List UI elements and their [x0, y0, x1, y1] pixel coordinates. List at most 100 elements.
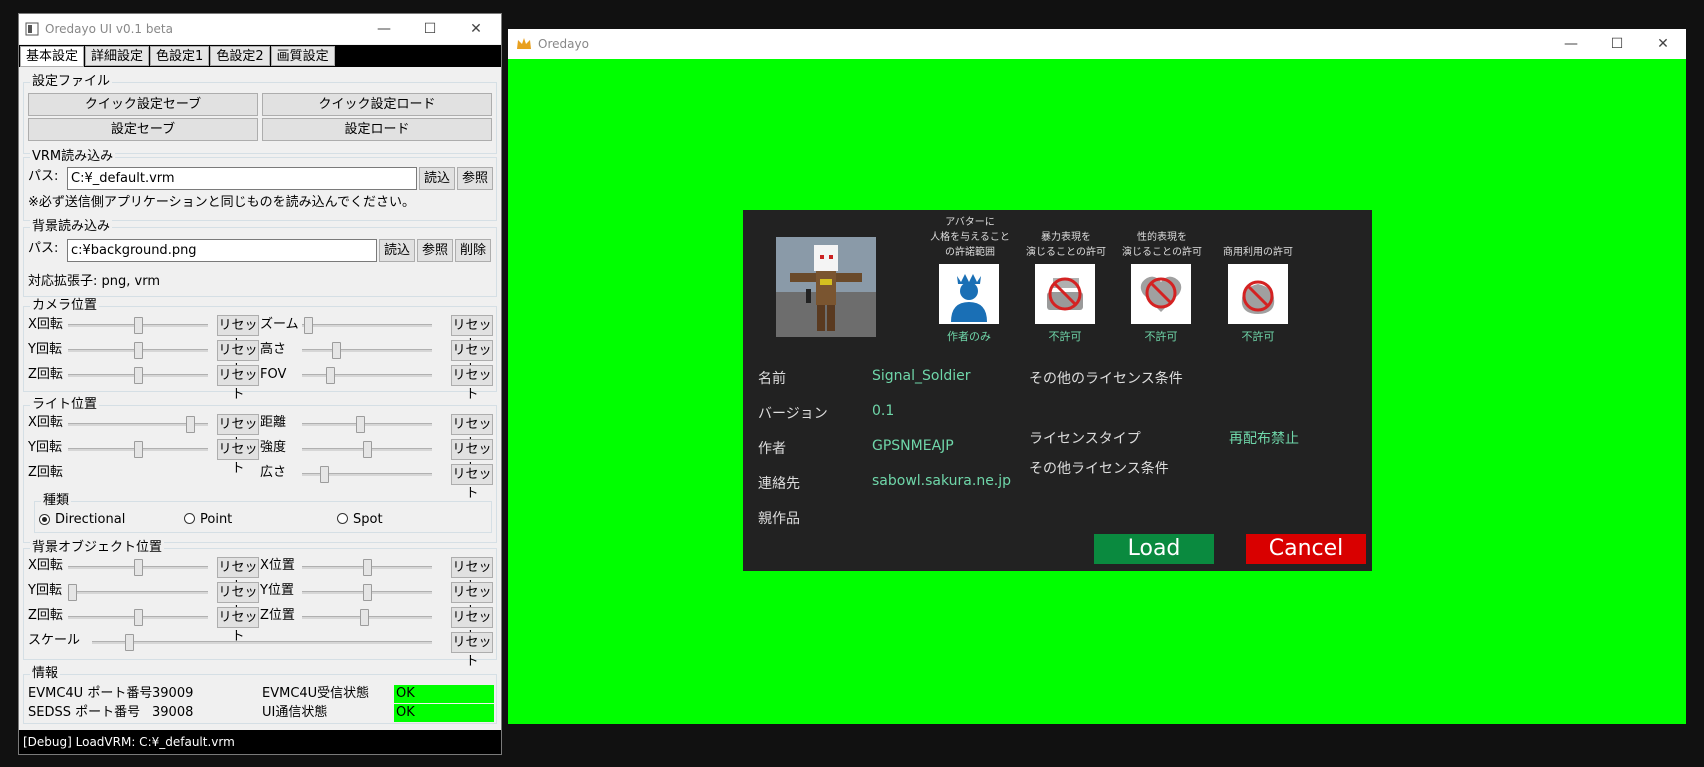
- close-icon[interactable]: ✕: [1640, 29, 1686, 59]
- bgobject-y-position-slider[interactable]: [302, 582, 432, 602]
- reset-button[interactable]: リセット: [451, 439, 493, 476]
- author-value: GPSNMEAJP: [872, 438, 954, 454]
- spot-radio[interactable]: [337, 513, 348, 524]
- reset-button[interactable]: リセット: [451, 414, 493, 451]
- tab-detail[interactable]: 詳細設定: [85, 46, 150, 66]
- vrm-browse-button[interactable]: 参照: [457, 167, 493, 190]
- other-license-label: その他ライセンス条件: [1029, 461, 1169, 477]
- reset-button[interactable]: リセット: [451, 315, 493, 352]
- camera-fov-slider[interactable]: [302, 365, 432, 385]
- load-button[interactable]: Load: [1094, 534, 1214, 564]
- x-position-label: X位置: [260, 558, 295, 573]
- reset-button[interactable]: リセット: [217, 365, 259, 402]
- window-title: Oredayo: [538, 37, 589, 51]
- camera-height-slider[interactable]: [302, 340, 432, 360]
- reset-button[interactable]: リセット: [451, 340, 493, 377]
- reset-button[interactable]: リセット: [217, 340, 259, 377]
- tab-color1[interactable]: 色設定1: [150, 46, 210, 66]
- reset-button[interactable]: リセット: [217, 557, 259, 594]
- reset-button[interactable]: リセット: [217, 315, 259, 352]
- camera-z-rotation-slider[interactable]: [68, 365, 208, 385]
- reset-button[interactable]: リセット: [217, 582, 259, 619]
- quick-save-button[interactable]: クイック設定セーブ: [28, 93, 258, 116]
- violence-prohibited-icon: [1035, 264, 1095, 324]
- sedss-port-value: 39008: [152, 705, 194, 720]
- perm-value-commercial: 不許可: [1241, 330, 1275, 343]
- bgobject-scale-slider[interactable]: [92, 632, 432, 652]
- group-label: カメラ位置: [30, 298, 100, 314]
- bgobject-y-rotation-slider[interactable]: [68, 582, 208, 602]
- perm-head-line: 暴力表現を: [1041, 232, 1091, 243]
- light-distance-slider[interactable]: [302, 414, 432, 434]
- tab-quality[interactable]: 画質設定: [270, 46, 335, 66]
- distance-label: 距離: [260, 415, 287, 430]
- reset-button[interactable]: リセット: [451, 607, 493, 644]
- bgobject-z-rotation-slider[interactable]: [68, 607, 208, 627]
- extension-note: 対応拡張子: png, vrm: [28, 274, 160, 289]
- directional-radio[interactable]: [39, 514, 50, 525]
- y-rotation-label: Y回転: [28, 342, 62, 357]
- bgobject-x-position-slider[interactable]: [302, 557, 432, 577]
- light-y-rotation-slider[interactable]: [68, 439, 208, 459]
- contact-label: 連絡先: [758, 476, 800, 492]
- bgobject-x-rotation-slider[interactable]: [68, 557, 208, 577]
- group-label: VRM読み込み: [30, 149, 116, 165]
- window-title: Oredayo UI v0.1 beta: [45, 22, 173, 36]
- reset-button[interactable]: リセット: [451, 557, 493, 594]
- bgobject-z-position-slider[interactable]: [302, 607, 432, 627]
- camera-zoom-slider[interactable]: [302, 315, 432, 335]
- light-x-rotation-slider[interactable]: [68, 414, 208, 434]
- background-read-button[interactable]: 読込: [379, 239, 415, 262]
- light-type-group: 種類 Directional Point Spot: [34, 493, 492, 533]
- vrm-read-button[interactable]: 読込: [419, 167, 455, 190]
- load-button[interactable]: 設定ロード: [262, 118, 492, 141]
- vrm-path-input[interactable]: C:¥_default.vrm: [67, 167, 417, 190]
- avatar-thumbnail: [776, 237, 876, 337]
- group-label: 背景オブジェクト位置: [30, 540, 165, 556]
- z-position-label: Z位置: [260, 608, 295, 623]
- reset-button[interactable]: リセット: [451, 582, 493, 619]
- camera-x-rotation-slider[interactable]: [68, 315, 208, 335]
- reset-button[interactable]: リセット: [451, 464, 493, 501]
- spot-label: Spot: [353, 512, 383, 527]
- spread-label: 広さ: [260, 465, 287, 480]
- camera-y-rotation-slider[interactable]: [68, 340, 208, 360]
- tab-color2[interactable]: 色設定2: [210, 46, 270, 66]
- background-path-input[interactable]: c:¥background.png: [67, 239, 377, 262]
- save-button[interactable]: 設定セーブ: [28, 118, 258, 141]
- ui-comm-status: OK: [394, 704, 494, 722]
- perm-value-personation: 作者のみ: [947, 330, 991, 343]
- light-intensity-slider[interactable]: [302, 439, 432, 459]
- reset-button[interactable]: リセット: [451, 365, 493, 402]
- group-label: ライト位置: [30, 397, 100, 413]
- cancel-button[interactable]: Cancel: [1246, 534, 1366, 564]
- quick-load-button[interactable]: クイック設定ロード: [262, 93, 492, 116]
- tab-bar: 基本設定 詳細設定 色設定1 色設定2 画質設定: [19, 45, 501, 67]
- directional-label: Directional: [55, 512, 126, 527]
- close-icon[interactable]: ✕: [453, 14, 499, 44]
- background-object-group: 背景オブジェクト位置 X回転 リセット X位置 リセット Y回転 リセット Y位…: [23, 540, 497, 669]
- background-delete-button[interactable]: 削除: [455, 239, 491, 262]
- y-rotation-label: Y回転: [28, 583, 62, 598]
- tab-basic[interactable]: 基本設定: [20, 46, 85, 67]
- reset-button[interactable]: リセット: [217, 439, 259, 476]
- reset-button[interactable]: リセット: [451, 632, 493, 669]
- minimize-icon[interactable]: —: [1548, 29, 1594, 59]
- light-spread-slider[interactable]: [302, 464, 432, 484]
- license-type-label: ライセンスタイプ: [1029, 431, 1141, 447]
- light-position-group: ライト位置 X回転 リセット 距離 リセット Y回転 リセット 強度 リセット …: [23, 397, 497, 543]
- group-label: 背景読み込み: [30, 219, 113, 235]
- y-position-label: Y位置: [260, 583, 294, 598]
- reset-button[interactable]: リセット: [217, 607, 259, 644]
- minimize-icon[interactable]: —: [361, 14, 407, 44]
- perm-head-line: アバターに: [945, 217, 995, 228]
- perm-head-personation: アバターに 人格を与えること の許諾範囲: [928, 215, 1012, 260]
- maximize-icon[interactable]: ☐: [407, 14, 453, 44]
- background-browse-button[interactable]: 参照: [417, 239, 453, 262]
- point-radio[interactable]: [184, 513, 195, 524]
- maximize-icon[interactable]: ☐: [1594, 29, 1640, 59]
- reset-button[interactable]: リセット: [217, 414, 259, 451]
- z-rotation-label: Z回転: [28, 465, 63, 480]
- x-rotation-label: X回転: [28, 558, 63, 573]
- perm-head-sexual: 性的表現を 演じることの許可: [1119, 230, 1205, 260]
